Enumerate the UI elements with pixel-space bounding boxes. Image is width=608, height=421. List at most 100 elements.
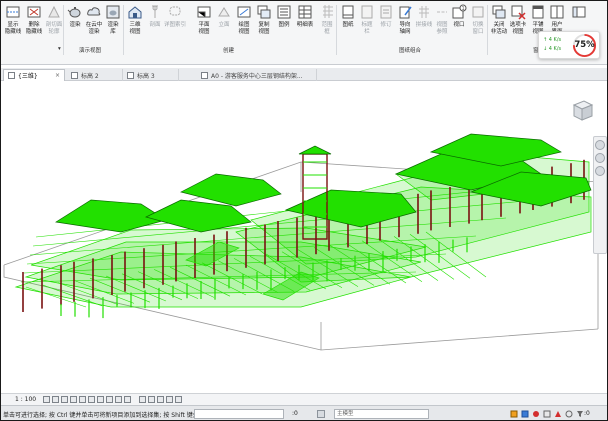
viewports-button[interactable]: 切换 窗口 xyxy=(467,4,489,35)
group-collapse-marker[interactable]: ▾ xyxy=(58,46,61,52)
view-scale[interactable]: 1 : 100 xyxy=(15,396,36,403)
house-3d-icon xyxy=(128,6,142,19)
pan-icon[interactable] xyxy=(595,166,605,176)
show-crop-icon[interactable] xyxy=(97,396,104,403)
drafting-view-label: 绘图 视图 xyxy=(238,22,250,35)
zoom-icon[interactable] xyxy=(595,153,605,163)
detail-level-icon[interactable] xyxy=(43,396,50,403)
elevation-button[interactable]: 立面 xyxy=(213,4,235,29)
duplicate-view-button[interactable]: 复制 视图 xyxy=(253,4,275,35)
section-icon xyxy=(152,5,158,18)
show-hidden-lines-icon xyxy=(6,6,20,18)
callout-icon xyxy=(169,6,181,16)
plan-view-icon xyxy=(197,6,211,18)
shadows-icon[interactable] xyxy=(70,396,77,403)
navigation-bar[interactable] xyxy=(593,136,607,254)
tab-3d-view[interactable]: {三维} × xyxy=(3,69,65,81)
section-label: 剖面 xyxy=(149,22,161,28)
user-interface-button[interactable] xyxy=(568,4,590,22)
visual-style-icon[interactable] xyxy=(52,396,59,403)
close-icon[interactable]: × xyxy=(55,72,60,79)
model-selector[interactable]: 主模型 xyxy=(334,409,429,419)
3d-view-label: 三维 视图 xyxy=(129,22,141,35)
legends-button[interactable]: 图例 xyxy=(273,4,295,29)
matchline-label: 视图 参照 xyxy=(436,22,448,35)
viewport-icon xyxy=(472,6,484,18)
download-speed: ↓ 4 K/s xyxy=(543,46,562,52)
status-hint: 单击可进行选择; 按 Ctrl 键并单击可将新项目添加到选择集; 按 Shift… xyxy=(3,412,217,419)
upload-speed: ↑ 4 K/s xyxy=(543,37,562,43)
structure-group xyxy=(14,133,592,319)
unlock-3d-icon[interactable] xyxy=(106,396,113,403)
workset-field[interactable] xyxy=(194,409,284,419)
select-links-icon[interactable] xyxy=(510,410,518,418)
show-hidden-lines-button[interactable]: 显示 隐藏线 xyxy=(2,4,24,35)
select-by-face-icon[interactable] xyxy=(543,410,551,418)
legends-label: 图例 xyxy=(278,22,290,28)
status-coordinate: :0 xyxy=(292,410,298,417)
design-options-icon[interactable] xyxy=(317,410,325,418)
group-sheet-composition-label: 图纸组合 xyxy=(399,48,422,54)
filter-icon[interactable] xyxy=(576,410,584,418)
view-reference-label: 视口 xyxy=(453,22,465,28)
scope-box-icon xyxy=(323,5,333,18)
remove-hidden-lines-label: 删除 隐藏线 xyxy=(25,22,43,35)
revit-window: 显示 隐藏线 删除 隐藏线 剖切面 轮廓 渲染 在云中 渲染 渲染 库 三维 视… xyxy=(0,0,608,421)
close-inactive-icon xyxy=(511,5,526,20)
background-process-icon[interactable] xyxy=(565,410,573,418)
structural-model-drawing[interactable] xyxy=(1,82,608,393)
reveal-hidden-icon[interactable] xyxy=(124,396,131,403)
group-create-label: 创建 xyxy=(223,48,235,54)
sun-path-icon[interactable] xyxy=(61,396,68,403)
tab-level-2[interactable]: 标高 2 xyxy=(67,69,123,81)
schedules-button[interactable]: 明细表 xyxy=(294,4,316,29)
viewcube-icon[interactable] xyxy=(568,96,596,124)
scope-box-label: 范围 框 xyxy=(321,22,333,35)
title-block-label: 标题 栏 xyxy=(361,22,373,35)
3d-viewport[interactable] xyxy=(1,82,608,393)
network-speed-widget[interactable]: ↑ 4 K/s ↓ 4 K/s 75% xyxy=(538,31,600,59)
render-dialog-icon[interactable] xyxy=(79,396,86,403)
close-inactive-button[interactable]: 选项卡 视图 xyxy=(507,4,529,35)
tab-level-3[interactable]: 标高 3 xyxy=(123,69,179,81)
render-label: 渲染 xyxy=(69,22,81,28)
sheet-label: 图纸 xyxy=(342,22,354,28)
schedule-icon xyxy=(298,5,312,19)
svg-text:1: 1 xyxy=(462,6,465,12)
temp-hide-icon[interactable] xyxy=(115,396,122,403)
select-underlay-icon[interactable] xyxy=(521,410,529,418)
drag-on-selection-icon[interactable] xyxy=(554,410,562,418)
section-button[interactable]: 剖面 xyxy=(144,4,166,29)
reveal-constraints-icon[interactable] xyxy=(157,396,164,403)
tab-label: 标高 3 xyxy=(137,72,155,80)
revision-pencil-icon xyxy=(399,6,412,19)
revisions-label: 修订 xyxy=(380,22,392,28)
cut-profile-button[interactable]: 剖切面 轮廓 xyxy=(43,4,65,35)
callout-button[interactable]: 详图索引 xyxy=(164,4,186,29)
tab-sheet-a0[interactable]: A0 - 游客服务中心三层钢结构架... xyxy=(197,69,317,81)
remove-hidden-lines-button[interactable]: 删除 隐藏线 xyxy=(23,4,45,35)
crop-view-icon[interactable] xyxy=(88,396,95,403)
view-properties-icon[interactable] xyxy=(175,396,182,403)
steering-wheel-icon[interactable] xyxy=(595,140,605,150)
highlight-displacement-icon[interactable] xyxy=(148,396,155,403)
selection-count: :0 xyxy=(584,410,590,417)
select-pinned-icon[interactable] xyxy=(532,410,540,418)
ribbon: 显示 隐藏线 删除 隐藏线 剖切面 轮廓 渲染 在云中 渲染 渲染 库 三维 视… xyxy=(1,1,607,65)
scope-box-button[interactable]: 范围 框 xyxy=(316,4,338,35)
plan-views-button[interactable]: 平面 视图 xyxy=(193,4,215,35)
viewports-label: 切换 窗口 xyxy=(472,22,484,35)
plan-views-label: 平面 视图 xyxy=(198,22,210,35)
tab-label: {三维} xyxy=(18,73,38,80)
status-bar: 单击可进行选择; 按 Ctrl 键并单击可将新项目添加到选择集; 按 Shift… xyxy=(1,405,607,420)
worksharing-display-icon[interactable] xyxy=(166,396,173,403)
sheet-doc-icon xyxy=(201,71,208,79)
3d-view-button[interactable]: 三维 视图 xyxy=(124,4,146,35)
view-tab-bar: {三维} × 标高 2 标高 3 A0 - 游客服务中心三层钢结构架... xyxy=(1,68,607,81)
remove-hidden-lines-icon xyxy=(27,6,41,18)
render-in-cloud-label: 在云中 渲染 xyxy=(85,22,103,35)
analytical-model-icon[interactable] xyxy=(139,396,146,403)
view-reference-icon: 1 xyxy=(452,4,467,19)
render-gallery-button[interactable]: 渲染 库 xyxy=(102,4,124,35)
drafting-view-button[interactable]: 绘图 视图 xyxy=(233,4,255,35)
